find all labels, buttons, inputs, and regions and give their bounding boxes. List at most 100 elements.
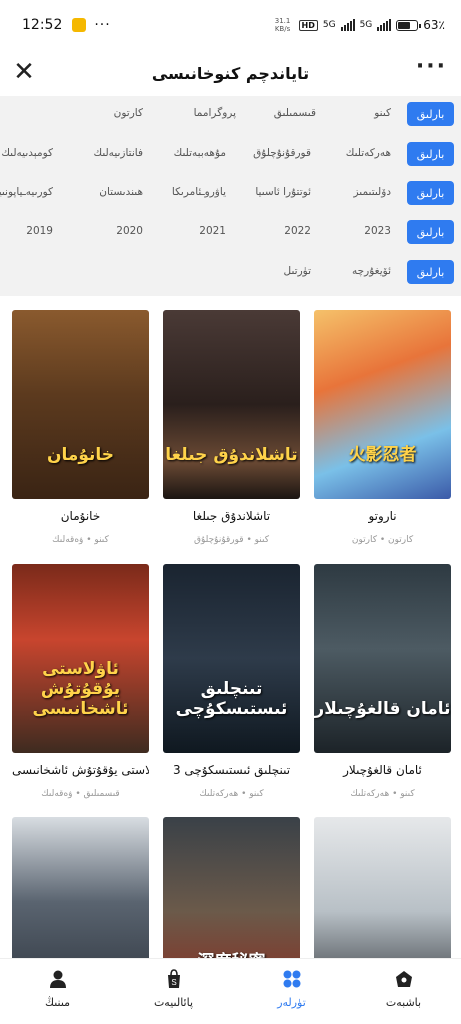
filter-option[interactable]: پروگرامما: [194, 107, 236, 119]
movie-meta: كىنو • ھەركەتلىك: [350, 789, 415, 799]
movie-poster[interactable]: ئامان قالغۇچىلار: [314, 564, 451, 753]
nav-label: پائالىيەت: [153, 996, 194, 1009]
movie-card[interactable]: 火影忍者 ناروتو كارتون • كارتون: [314, 310, 451, 545]
movie-title[interactable]: تاشلاندۇق جىلغا: [163, 509, 300, 523]
shop-icon: S: [163, 968, 185, 990]
filter-option[interactable]: ياۋروـئامرىكا: [172, 186, 226, 198]
nav-item-shop[interactable]: S پائالىيەت: [116, 959, 231, 1024]
poster-title-text: 深度秘密: [163, 947, 300, 958]
movie-card[interactable]: خانۇمان خانۇمان كىنو • ۋەقەلىك: [12, 310, 149, 545]
signal-icon: [340, 19, 355, 31]
filter-row: بارلىق ھەركەتلىك قورقۇنۇچلۇق مۇھەببەتلىك فان…: [0, 142, 461, 168]
movie-meta: كىنو • قورقۇنۇچلۇق: [194, 535, 269, 545]
movie-card[interactable]: [314, 817, 451, 958]
app-header: ✕ تاياندچم كنوخانىسى ···: [0, 50, 461, 96]
filter-row: بارلىق ئۆيغۇرچە تۈرتىل: [0, 260, 461, 286]
filter-option[interactable]: دۆلىتىمىز: [354, 186, 391, 198]
filter-option[interactable]: كىنو: [374, 107, 391, 119]
filter-option[interactable]: ھىندىستان: [99, 186, 143, 198]
filter-row: بارلىق كىنو قىسمىلىق پروگرامما كارتون: [0, 102, 461, 128]
filter-option[interactable]: كومېدىيەلىك: [1, 147, 53, 159]
filter-all-button[interactable]: بارلىق: [407, 102, 454, 126]
poster-title-text: ئاۋلاستى يۇقۇتۇش ئاشخانىسى: [32, 659, 129, 719]
filter-option[interactable]: 2023: [364, 225, 391, 237]
battery-icon: [396, 19, 422, 31]
filter-option[interactable]: فانتازىيەلىك: [93, 147, 143, 159]
poster-title-text: ئامان قالغۇچىلار: [314, 699, 451, 719]
poster-title-text: تاشلاندۇق جىلغا: [165, 445, 298, 465]
nav-label: باشبەت: [385, 996, 422, 1009]
bottom-nav: باشبەت تۈرلەر S پائالىيەت مىنىڭ: [0, 958, 461, 1024]
movie-poster[interactable]: [12, 817, 149, 958]
home-icon: [393, 968, 415, 990]
filter-option[interactable]: 2022: [284, 225, 311, 237]
more-icon[interactable]: ···: [416, 56, 447, 78]
movie-card[interactable]: ئاۋلاستى يۇقۇتۇش ئاشخانىسى ئاۋلاستى يۇقۇت…: [12, 564, 149, 799]
nav-label: تۈرلەر: [277, 996, 306, 1009]
movie-poster[interactable]: [314, 817, 451, 958]
movie-meta: كىنو • ۋەقەلىك: [52, 535, 109, 545]
filter-row: بارلىق دۆلىتىمىز ئوتتۇرا ئاسىيا ياۋروـئامرى…: [0, 181, 461, 207]
movie-poster[interactable]: 深度秘密: [163, 817, 300, 958]
poster-title-text: 火影忍者: [348, 445, 417, 465]
filter-option[interactable]: تۈرتىل: [284, 265, 311, 277]
movie-meta: كىنو • ھەركەتلىك: [199, 789, 264, 799]
filter-option[interactable]: 2019: [26, 225, 53, 237]
movie-title[interactable]: ئاۋلاستى يۇقۇتۇش ئاشخانىسى: [12, 763, 149, 777]
filter-row: بارلىق 2023 2022 2021 2020 2019: [0, 220, 461, 246]
poster-title-text: تىنچلىق ئىستىسكۇچى: [175, 679, 288, 719]
movie-title[interactable]: خانۇمان: [12, 509, 149, 523]
filter-panel: بارلىق كىنو قىسمىلىق پروگرامما كارتون بارلىق ھ…: [0, 96, 461, 296]
filter-option[interactable]: قىسمىلىق: [274, 107, 316, 119]
profile-icon: [47, 968, 69, 990]
movie-card[interactable]: [12, 817, 149, 958]
sim2-label: 5G: [359, 20, 373, 30]
movie-poster[interactable]: تاشلاندۇق جىلغا: [163, 310, 300, 499]
svg-text:S: S: [171, 978, 176, 987]
nav-item-home[interactable]: باشبەت: [346, 959, 461, 1024]
movie-meta: كارتون • كارتون: [351, 535, 414, 545]
movie-poster[interactable]: تىنچلىق ئىستىسكۇچى: [163, 564, 300, 753]
filter-all-button[interactable]: بارلىق: [407, 220, 454, 244]
filter-option[interactable]: ئوتتۇرا ئاسىيا: [255, 186, 311, 198]
page-title: تاياندچم كنوخانىسى: [151, 63, 310, 83]
filter-option[interactable]: 2020: [116, 225, 143, 237]
hd-badge: HD: [298, 19, 318, 31]
movie-grid: 火影忍者 ناروتو كارتون • كارتون تاشلاندۇق جىلغا…: [0, 296, 461, 958]
movie-poster[interactable]: 火影忍者: [314, 310, 451, 499]
movie-poster[interactable]: خانۇمان: [12, 310, 149, 499]
movie-title[interactable]: ئامان قالغۇچىلار: [314, 763, 451, 777]
nav-item-profile[interactable]: مىنىڭ: [0, 959, 115, 1024]
filter-option[interactable]: ھەركەتلىك: [346, 147, 391, 159]
poster-title-text: خانۇمان: [46, 445, 115, 465]
filter-all-button[interactable]: بارلىق: [407, 181, 454, 205]
notification-icon: [72, 18, 87, 32]
nav-label: مىنىڭ: [44, 996, 71, 1009]
status-overflow: ···: [94, 17, 111, 33]
nav-item-categories[interactable]: تۈرلەر: [234, 959, 349, 1024]
categories-icon: [281, 968, 303, 990]
filter-option[interactable]: مۇھەببەتلىك: [174, 147, 226, 159]
movie-card[interactable]: ئامان قالغۇچىلار ئامان قالغۇچىلار كىنو • ھ…: [314, 564, 451, 799]
filter-option[interactable]: ئۆيغۇرچە: [352, 265, 391, 277]
movie-title[interactable]: تىنچلىق ئىستىسكۇچى 3: [163, 763, 300, 777]
signal-icon-2: [377, 19, 392, 31]
battery-text: 63٪: [423, 18, 445, 32]
movie-card[interactable]: تاشلاندۇق جىلغا تاشلاندۇق جىلغا كىنو • قور…: [163, 310, 300, 545]
filter-option[interactable]: 2021: [199, 225, 226, 237]
filter-option[interactable]: كارتون: [114, 107, 143, 119]
movie-title[interactable]: ناروتو: [314, 509, 451, 523]
movie-meta: قىسمىلىق • ۋەقەلىك: [41, 789, 120, 799]
movie-card[interactable]: تىنچلىق ئىستىسكۇچى تىنچلىق ئىستىسكۇچى 3 كى…: [163, 564, 300, 799]
filter-all-button[interactable]: بارلىق: [407, 142, 454, 166]
filter-option[interactable]: كورىيەـياپونىيە: [0, 186, 53, 198]
sim1-label: 5G: [322, 20, 336, 30]
filter-option[interactable]: قورقۇنۇچلۇق: [253, 147, 311, 159]
status-bar: 12:52 ··· 31.1 KB/s HD 5G 5G 63٪: [0, 0, 461, 50]
status-time: 12:52: [22, 17, 63, 33]
close-icon[interactable]: ✕: [10, 59, 38, 87]
network-speed: 31.1 KB/s: [274, 17, 291, 33]
movie-card[interactable]: 深度秘密: [163, 817, 300, 958]
filter-all-button[interactable]: بارلىق: [407, 260, 454, 284]
movie-poster[interactable]: ئاۋلاستى يۇقۇتۇش ئاشخانىسى: [12, 564, 149, 753]
